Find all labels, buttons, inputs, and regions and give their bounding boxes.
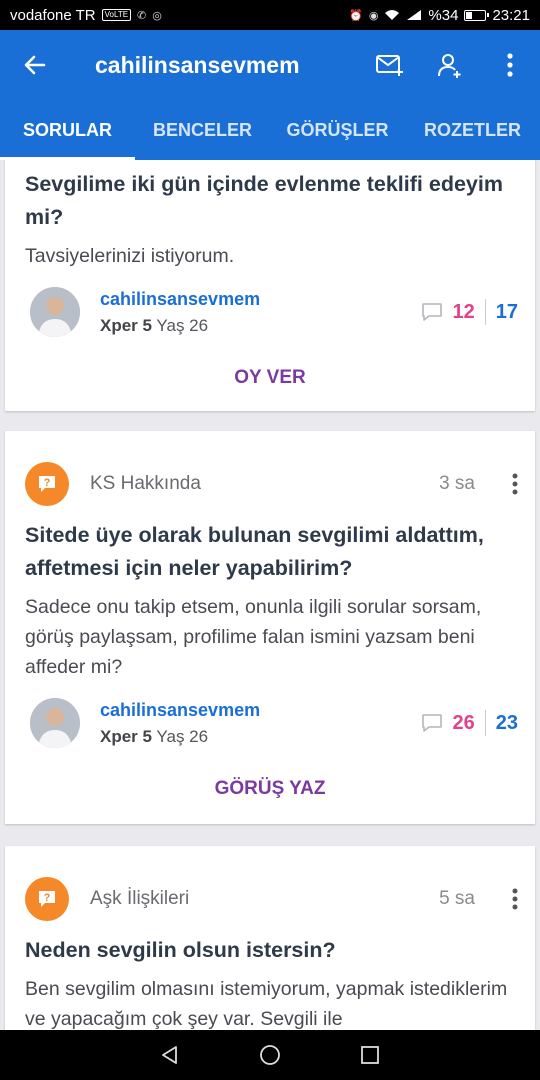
category-label[interactable]: KS Hakkında bbox=[90, 473, 439, 495]
clock: 23:21 bbox=[492, 6, 530, 24]
question-stats: 26 23 bbox=[421, 710, 518, 736]
volte-badge: VoLTE bbox=[101, 9, 132, 21]
question-bubble-icon: ? bbox=[39, 476, 55, 492]
vote-count: 23 bbox=[495, 711, 518, 734]
mail-plus-icon bbox=[376, 55, 403, 76]
comment-icon bbox=[421, 714, 442, 732]
triangle-back-icon bbox=[162, 1046, 177, 1064]
circle-home-icon bbox=[260, 1045, 280, 1065]
status-bar: vodafone TR VoLTE ✆ ◎ ⏰ ◉ %34 23:21 bbox=[0, 0, 540, 30]
profile-tabs: SORULAR BENCELER GÖRÜŞLER ROZETLER bbox=[0, 100, 540, 160]
card-header: ? Aşk İlişkileri 5 sa bbox=[5, 874, 535, 924]
avatar[interactable] bbox=[30, 287, 80, 337]
post-time: 3 sa bbox=[439, 473, 475, 494]
question-title[interactable]: Sevgilime iki gün içinde evlenme teklifi… bbox=[5, 168, 535, 234]
author-age: Yaş 26 bbox=[156, 726, 209, 746]
person-avatar-icon bbox=[30, 698, 80, 748]
battery-icon bbox=[464, 9, 490, 21]
overflow-menu-button[interactable] bbox=[480, 30, 540, 100]
question-body[interactable]: Ben sevgilim olmasını istemiyorum, yapma… bbox=[5, 974, 535, 1030]
tab-benceler[interactable]: BENCELER bbox=[135, 100, 270, 160]
avatar[interactable] bbox=[30, 698, 80, 748]
author-row: cahilinsansevmem Xper 5 Yaş 26 26 23 bbox=[5, 696, 535, 750]
author-age: Yaş 26 bbox=[156, 315, 209, 335]
question-bubble-icon: ? bbox=[39, 891, 55, 907]
system-nav-bar bbox=[0, 1030, 540, 1080]
stats-divider bbox=[484, 710, 486, 736]
card-header: ? KS Hakkında 3 sa bbox=[5, 459, 535, 509]
page-title: cahilinsansevmem bbox=[95, 51, 300, 78]
more-vertical-icon bbox=[512, 888, 518, 910]
app-bar: cahilinsansevmem bbox=[0, 30, 540, 100]
card-menu-button[interactable] bbox=[495, 888, 535, 910]
carrier-name: vodafone TR bbox=[10, 6, 96, 24]
author-level: Xper 5 bbox=[100, 315, 152, 335]
category-label[interactable]: Aşk İlişkileri bbox=[90, 888, 439, 910]
tab-gorusler[interactable]: GÖRÜŞLER bbox=[270, 100, 405, 160]
question-title[interactable]: Neden sevgilin olsun istersin? bbox=[5, 934, 535, 967]
instagram-icon: ◎ bbox=[152, 9, 162, 22]
author-level: Xper 5 bbox=[100, 726, 152, 746]
person-avatar-icon bbox=[30, 287, 80, 337]
question-title[interactable]: Sitede üye olarak bulunan sevgilimi alda… bbox=[5, 519, 535, 585]
question-card[interactable]: ? Aşk İlişkileri 5 sa Neden sevgilin ols… bbox=[5, 846, 535, 1030]
category-badge: ? bbox=[25, 462, 69, 506]
nav-recents-button[interactable] bbox=[320, 1030, 420, 1080]
comment-icon bbox=[421, 303, 442, 321]
back-button[interactable] bbox=[0, 30, 70, 100]
write-opinion-button[interactable]: GÖRÜŞ YAZ bbox=[5, 764, 535, 814]
comment-count: 12 bbox=[452, 300, 475, 323]
author-name[interactable]: cahilinsansevmem bbox=[100, 700, 421, 721]
vote-button[interactable]: OY VER bbox=[5, 353, 535, 403]
author-name[interactable]: cahilinsansevmem bbox=[100, 289, 421, 310]
question-stats: 12 17 bbox=[421, 299, 518, 325]
tab-sorular[interactable]: SORULAR bbox=[0, 100, 135, 160]
post-time: 5 sa bbox=[439, 888, 475, 909]
follow-button[interactable] bbox=[420, 30, 480, 100]
svg-text:?: ? bbox=[44, 892, 51, 904]
svg-text:?: ? bbox=[44, 477, 51, 489]
arrow-left-icon bbox=[24, 55, 46, 75]
question-card[interactable]: ? KS Hakkında 3 sa Sitede üye olarak bul… bbox=[5, 431, 535, 824]
more-vertical-icon bbox=[507, 53, 513, 77]
tab-rozetler[interactable]: ROZETLER bbox=[405, 100, 540, 160]
question-body[interactable]: Tavsiyelerinizi istiyorum. bbox=[5, 241, 535, 271]
comment-count: 26 bbox=[452, 711, 475, 734]
nav-back-button[interactable] bbox=[120, 1030, 220, 1080]
eye-icon: ◉ bbox=[368, 9, 379, 22]
battery-percent: %34 bbox=[428, 6, 459, 24]
question-feed[interactable]: Sevgilime iki gün içinde evlenme teklifi… bbox=[0, 160, 540, 1030]
square-recents-icon bbox=[361, 1046, 379, 1064]
message-button[interactable] bbox=[360, 30, 420, 100]
wifi-icon bbox=[385, 10, 400, 20]
question-card[interactable]: Sevgilime iki gün içinde evlenme teklifi… bbox=[5, 160, 535, 411]
more-vertical-icon bbox=[512, 473, 518, 495]
add-user-icon bbox=[438, 54, 461, 78]
card-menu-button[interactable] bbox=[495, 473, 535, 495]
whatsapp-icon: ✆ bbox=[137, 9, 147, 22]
alarm-icon: ⏰ bbox=[349, 9, 363, 22]
category-badge: ? bbox=[25, 877, 69, 921]
question-body[interactable]: Sadece onu takip etsem, onunla ilgili so… bbox=[5, 592, 535, 682]
signal-icon bbox=[407, 10, 422, 20]
nav-home-button[interactable] bbox=[220, 1030, 320, 1080]
stats-divider bbox=[484, 299, 486, 325]
vote-count: 17 bbox=[495, 300, 518, 323]
author-row: cahilinsansevmem Xper 5 Yaş 26 12 17 bbox=[5, 285, 535, 339]
